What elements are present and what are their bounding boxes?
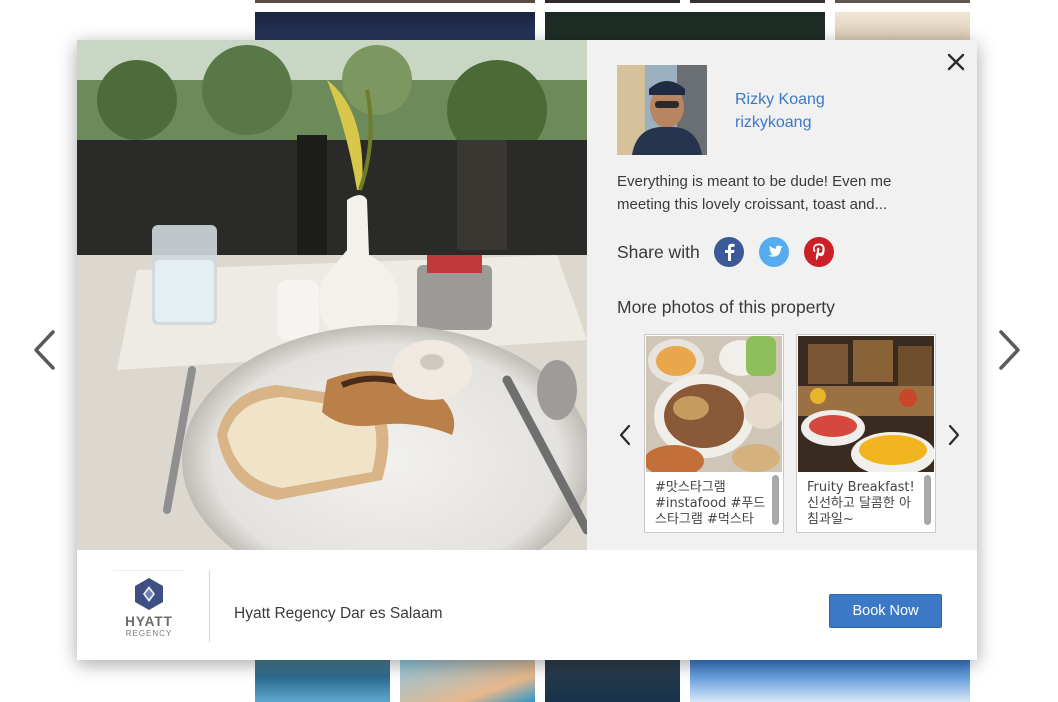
facebook-share-button[interactable] [713,237,744,267]
logo-subword: REGENCY [125,629,173,638]
share-label: Share with [617,241,700,262]
facebook-icon [724,243,735,261]
gallery-tile[interactable] [835,0,970,3]
pinterest-icon [812,243,825,261]
previous-photo-button[interactable] [24,328,64,372]
carousel-next-button[interactable] [944,420,964,450]
photo-gallery-page: Rizky Koang rizkykoang Everything is mea… [0,0,1058,702]
hyatt-emblem-icon [135,578,163,610]
author-name-link[interactable]: Rizky Koang [735,88,825,111]
gallery-tile[interactable] [690,660,970,702]
hotel-logo: HYATT REGENCY [113,570,185,640]
hotel-name: Hyatt Regency Dar es Salaam [234,605,443,622]
gallery-tile[interactable] [545,660,680,702]
share-row: Share with [617,236,849,268]
close-icon [947,53,965,71]
twitter-icon [767,245,783,257]
logo-word: HYATT [125,614,173,629]
next-photo-button[interactable] [990,328,1030,372]
chevron-right-icon [948,424,960,446]
more-photo-card[interactable]: Fruity Breakfast! 신선하고 달콤한 아침과일~ [796,334,936,533]
more-photos-title: More photos of this property [617,297,835,317]
more-photo-thumbnail [646,336,782,472]
more-photo-caption: #맛스타그램 #instafood #푸드스타그램 #먹스타 [655,480,766,527]
modal-content: Rizky Koang rizkykoang Everything is mea… [77,40,977,550]
photo-lightbox-modal: Rizky Koang rizkykoang Everything is mea… [77,40,977,660]
book-now-button[interactable]: Book Now [829,594,942,628]
twitter-share-button[interactable] [758,237,789,267]
gallery-tile[interactable] [400,660,535,702]
gallery-tile[interactable] [255,660,390,702]
modal-footer: HYATT REGENCY Hyatt Regency Dar es Salaa… [77,550,977,660]
footer-divider [209,570,210,642]
caption-scrollbar[interactable] [772,475,779,525]
chevron-left-icon [34,330,55,370]
more-photo-card[interactable]: #맛스타그램 #instafood #푸드스타그램 #먹스타 [644,334,784,533]
main-photo [77,40,587,550]
more-photo-thumbnail [798,336,934,472]
gallery-tile[interactable] [545,0,680,3]
close-button[interactable] [940,46,972,78]
photo-caption: Everything is meant to be dude! Even me … [617,173,892,213]
gallery-tile[interactable] [690,0,825,3]
author-handle-link[interactable]: rizkykoang [735,111,825,134]
gallery-tile[interactable] [255,0,535,3]
caption-scrollbar[interactable] [924,475,931,525]
photo-info-panel: Rizky Koang rizkykoang Everything is mea… [587,40,977,550]
chevron-right-icon [999,330,1020,370]
pinterest-share-button[interactable] [803,237,834,267]
carousel-previous-button[interactable] [615,420,635,450]
more-photo-caption: Fruity Breakfast! 신선하고 달콤한 아침과일~ [807,480,915,527]
author-info: Rizky Koang rizkykoang [735,88,825,134]
chevron-left-icon [619,424,631,446]
avatar[interactable] [617,65,707,155]
